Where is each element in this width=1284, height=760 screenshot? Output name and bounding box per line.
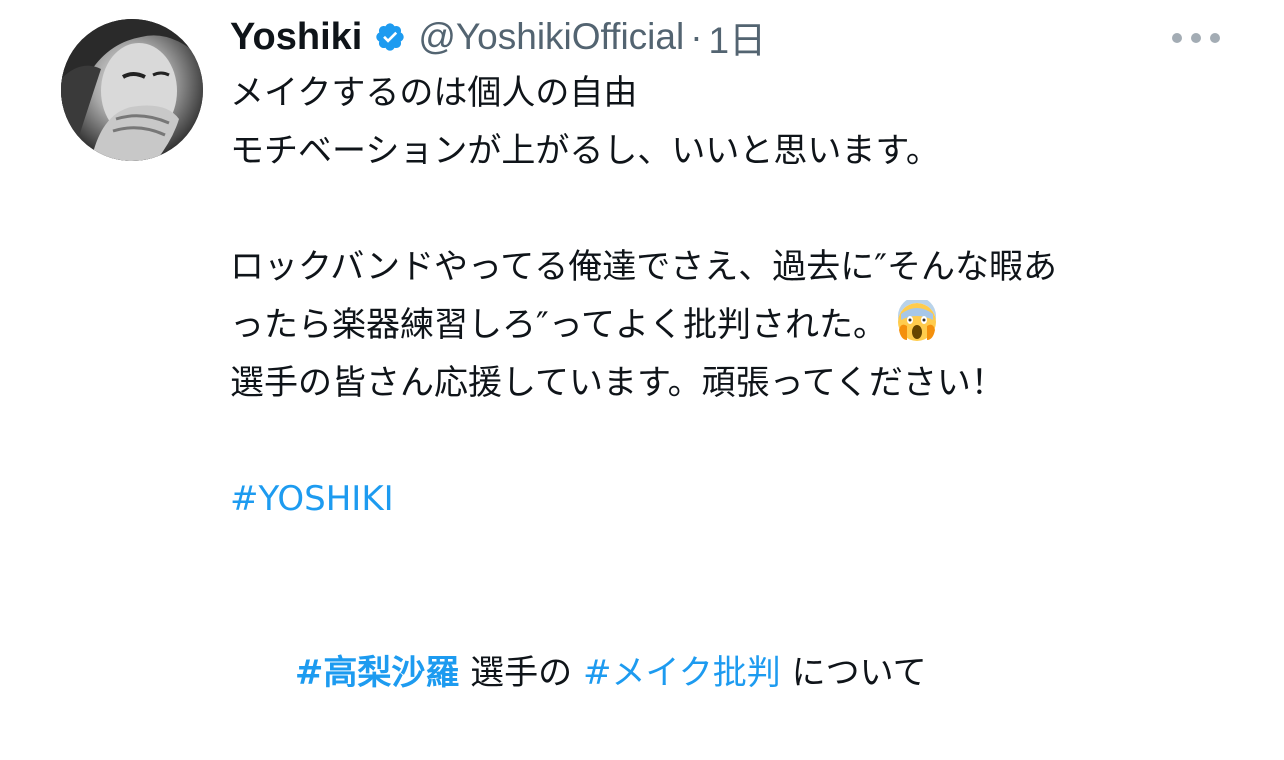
tweet-text-span: 選手の: [459, 653, 583, 693]
hashtag-link[interactable]: #高梨沙羅: [295, 653, 460, 693]
header-separator: ·: [690, 16, 703, 57]
author-handle[interactable]: @YoshikiOfficial: [418, 16, 684, 58]
tweet-text: メイクするのは個人の自由 モチベーションが上がるし、いいと思います。 ロックバン…: [230, 64, 1250, 693]
more-dot: [1172, 33, 1182, 43]
verified-badge-icon: [374, 21, 406, 53]
tweet[interactable]: Yoshiki @YoshikiOfficial · 1日 メイクするのは個人の…: [0, 0, 1284, 693]
more-dot: [1191, 33, 1201, 43]
tweet-timestamp[interactable]: 1日: [709, 10, 767, 64]
tweet-line: ったら楽器練習しろ″ってよく批判された。: [230, 296, 1250, 354]
tweet-line: ロックバンドやってる俺達でさえ、過去に″そんな暇あ: [230, 247, 1057, 287]
profile-avatar[interactable]: [61, 19, 203, 161]
tweet-header: Yoshiki @YoshikiOfficial · 1日: [230, 12, 766, 62]
tweet-line: メイクするのは個人の自由: [230, 73, 638, 113]
hashtag-link[interactable]: #YOSHIKI: [230, 479, 394, 519]
tweet-line: モチベーションが上がるし、いいと思います。: [230, 131, 940, 171]
avatar-image: [61, 19, 203, 161]
tweet-line: #高梨沙羅 選手の #メイク批判 について: [230, 586, 1250, 693]
face-screaming-in-fear-emoji: [895, 297, 939, 344]
tweet-text-span: について: [780, 653, 927, 693]
more-dot: [1210, 33, 1220, 43]
tweet-line-text: ったら楽器練習しろ″ってよく批判された。: [230, 305, 887, 345]
hashtag-link[interactable]: #メイク批判: [583, 653, 781, 693]
tweet-line: 選手の皆さん応援しています。頑張ってください！: [230, 363, 1005, 403]
tweet-line: #YOSHIKI: [230, 470, 1250, 528]
display-name[interactable]: Yoshiki: [230, 16, 362, 59]
more-horizontal-icon[interactable]: [1172, 26, 1220, 50]
